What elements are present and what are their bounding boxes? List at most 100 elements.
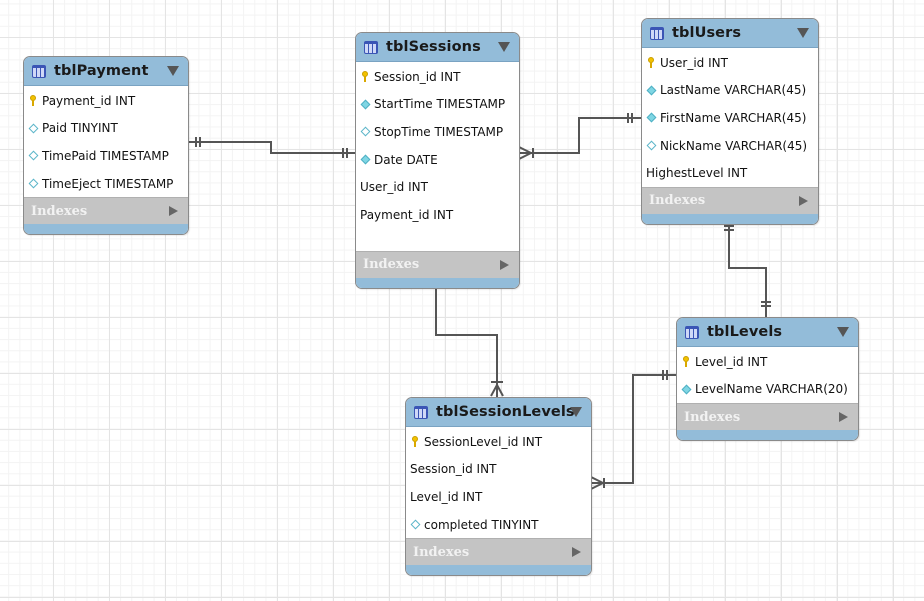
column-label: TimeEject TIMESTAMP [42, 176, 174, 191]
column-label: User_id INT [360, 180, 428, 195]
table-footer [677, 430, 858, 441]
collapse-caret-icon[interactable] [837, 327, 849, 337]
column-row[interactable]: NickName VARCHAR(45) [642, 132, 818, 160]
table-users[interactable]: tblUsers User_id INT LastName VARCHAR(45… [641, 18, 819, 225]
table-icon [32, 64, 46, 78]
column-label: Date DATE [374, 152, 438, 167]
nullable-column-icon [28, 178, 39, 189]
table-header[interactable]: tblSessions [356, 33, 519, 62]
table-header[interactable]: tblSessionLevels [406, 398, 591, 427]
table-name: tblLevels [707, 324, 783, 340]
column-label: SessionLevel_id INT [424, 434, 543, 449]
column-label: TimePaid TIMESTAMP [42, 148, 169, 163]
table-footer [642, 213, 818, 224]
column-row[interactable]: LevelName VARCHAR(20) [677, 376, 858, 404]
column-label: Session_id INT [410, 462, 497, 477]
table-name: tblUsers [672, 25, 742, 41]
relationship-levels-users[interactable] [724, 220, 771, 317]
column-row[interactable]: SessionLevel_id INT [406, 428, 591, 456]
expand-arrow-icon[interactable] [500, 259, 509, 270]
table-payment[interactable]: tblPayment Payment_id INT Paid TINYINT T… [23, 56, 189, 236]
column-row[interactable]: completed TINYINT [406, 511, 591, 539]
column-row[interactable]: Payment_id INT [356, 201, 519, 229]
column-label: Payment_id INT [360, 207, 454, 222]
table-header[interactable]: tblPayment [24, 57, 188, 86]
relationship-levels-sessionlevels[interactable] [590, 370, 676, 490]
indexes-label: Indexes [649, 193, 706, 209]
column-label: LevelName VARCHAR(20) [695, 382, 848, 397]
indexes-label: Indexes [413, 544, 470, 560]
table-icon [650, 26, 664, 40]
not-null-column-icon [360, 99, 371, 110]
relationship-users-sessions[interactable] [518, 113, 641, 160]
table-name: tblSessions [386, 39, 481, 55]
expand-arrow-icon[interactable] [839, 412, 848, 423]
indexes-section[interactable]: Indexes [406, 538, 591, 566]
indexes-label: Indexes [363, 257, 420, 273]
column-row[interactable]: Session_id INT [356, 63, 519, 91]
expand-arrow-icon[interactable] [799, 195, 808, 206]
column-label: Payment_id INT [42, 93, 136, 108]
column-row[interactable]: User_id INT [642, 49, 818, 77]
column-label: NickName VARCHAR(45) [660, 138, 808, 153]
expand-arrow-icon[interactable] [572, 547, 581, 558]
column-row[interactable]: Level_id INT [677, 348, 858, 376]
indexes-section[interactable]: Indexes [24, 197, 188, 225]
nullable-column-icon [28, 150, 39, 161]
column-row[interactable]: StopTime TIMESTAMP [356, 118, 519, 146]
nullable-column-icon [410, 519, 421, 530]
column-row[interactable]: FirstName VARCHAR(45) [642, 104, 818, 132]
column-row[interactable]: TimeEject TIMESTAMP [24, 170, 188, 198]
column-label: Paid TINYINT [42, 121, 118, 136]
table-icon [414, 405, 428, 419]
table-sessionlevels[interactable]: tblSessionLevels SessionLevel_id INT Ses… [405, 397, 592, 577]
column-row[interactable]: User_id INT [356, 173, 519, 201]
column-row[interactable]: Payment_id INT [24, 87, 188, 115]
table-name: tblSessionLevels [436, 404, 575, 420]
collapse-caret-icon[interactable] [797, 28, 809, 38]
column-label: FirstName VARCHAR(45) [660, 110, 807, 125]
table-icon [685, 325, 699, 339]
indexes-label: Indexes [684, 409, 741, 425]
collapse-caret-icon[interactable] [167, 66, 179, 76]
column-label: HighestLevel INT [646, 166, 748, 181]
collapse-caret-icon[interactable] [498, 42, 510, 52]
column-row[interactable]: HighestLevel INT [642, 159, 818, 187]
column-row[interactable]: TimePaid TIMESTAMP [24, 142, 188, 170]
column-label: Session_id INT [374, 69, 461, 84]
table-header[interactable]: tblUsers [642, 19, 818, 48]
column-row[interactable]: Paid TINYINT [24, 115, 188, 143]
column-label: Level_id INT [410, 489, 483, 504]
column-list: Session_id INT StartTime TIMESTAMP StopT… [356, 62, 519, 251]
nullable-column-icon [646, 140, 657, 151]
column-list: Payment_id INT Paid TINYINT TimePaid TIM… [24, 86, 188, 197]
primary-key-icon [681, 356, 692, 368]
column-list: Level_id INT LevelName VARCHAR(20) [677, 347, 858, 403]
table-icon [364, 40, 378, 54]
column-spacer [356, 229, 519, 251]
nullable-column-icon [28, 123, 39, 134]
column-list: SessionLevel_id INT Session_id INT Level… [406, 427, 591, 538]
column-label: LastName VARCHAR(45) [660, 83, 807, 98]
column-list: User_id INT LastName VARCHAR(45) FirstNa… [642, 48, 818, 187]
indexes-section[interactable]: Indexes [642, 186, 818, 214]
column-row[interactable]: Level_id INT [406, 483, 591, 511]
not-null-column-icon [360, 154, 371, 165]
relationship-payment-sessions[interactable] [188, 137, 355, 158]
column-row[interactable]: Date DATE [356, 146, 519, 174]
column-row[interactable]: StartTime TIMESTAMP [356, 91, 519, 119]
nullable-column-icon [360, 126, 371, 137]
indexes-section[interactable]: Indexes [677, 403, 858, 431]
table-header[interactable]: tblLevels [677, 318, 858, 347]
indexes-section[interactable]: Indexes [356, 250, 519, 278]
not-null-column-icon [681, 384, 692, 395]
relationship-sessions-sessionlevels[interactable] [431, 275, 504, 397]
column-row[interactable]: Session_id INT [406, 456, 591, 484]
collapse-caret-icon[interactable] [570, 407, 582, 417]
table-sessions[interactable]: tblSessions Session_id INT StartTime TIM… [355, 32, 520, 289]
column-row[interactable]: LastName VARCHAR(45) [642, 77, 818, 105]
column-label: completed TINYINT [424, 517, 539, 532]
table-levels[interactable]: tblLevels Level_id INT LevelName VARCHAR… [676, 317, 859, 442]
table-footer [406, 565, 591, 576]
expand-arrow-icon[interactable] [169, 206, 178, 217]
